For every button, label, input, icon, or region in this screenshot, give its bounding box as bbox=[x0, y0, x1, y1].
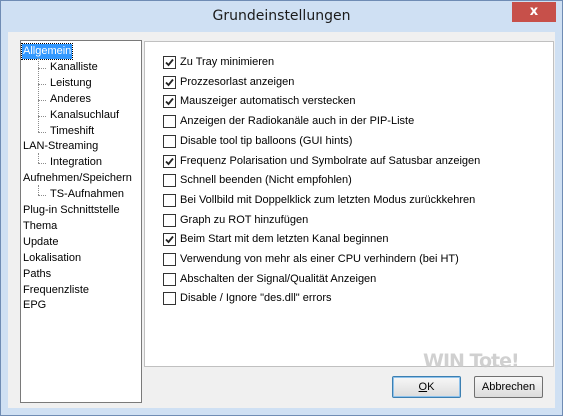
tree-item-timeshift[interactable]: Timeshift bbox=[49, 124, 95, 139]
option-label: Verwendung von mehr als einer CPU verhin… bbox=[180, 253, 459, 265]
option-label: Graph zu ROT hinzufügen bbox=[180, 213, 309, 226]
option-checkbox[interactable] bbox=[163, 174, 176, 188]
tree-item-paths[interactable]: Paths bbox=[22, 267, 52, 282]
tree-connector bbox=[38, 67, 46, 69]
option-label: Frequenz Polarisation und Symbolrate auf… bbox=[180, 154, 481, 167]
checkmark-icon bbox=[165, 58, 174, 67]
tree-item-update[interactable]: Update bbox=[22, 235, 59, 250]
option-checkbox[interactable] bbox=[163, 75, 176, 89]
category-tree[interactable]: Allgemein Kanalliste Leistung Anderes Kanals… bbox=[20, 40, 142, 403]
tree-item-kanalsuchlauf[interactable]: Kanalsuchlauf bbox=[49, 108, 120, 123]
checkmark-icon bbox=[165, 157, 174, 165]
ok-label-rest: K bbox=[427, 381, 435, 393]
option-checkbox[interactable] bbox=[163, 115, 176, 129]
ok-button[interactable]: OK bbox=[392, 376, 461, 398]
option-checkbox[interactable] bbox=[163, 253, 176, 266]
tree-connector bbox=[38, 163, 46, 165]
option-checkbox[interactable] bbox=[163, 213, 176, 227]
option-checkbox[interactable] bbox=[163, 56, 176, 69]
tree-connector bbox=[38, 131, 46, 133]
option-checkbox[interactable] bbox=[163, 134, 176, 148]
watermark-logo: WIN Tote! bbox=[423, 350, 520, 372]
tree-item-leistung[interactable]: Leistung bbox=[49, 76, 93, 91]
tree-item-aufnehmen-speichern[interactable]: Aufnehmen/Speichern bbox=[22, 171, 133, 186]
option-checkbox[interactable] bbox=[163, 95, 176, 109]
option-checkbox[interactable] bbox=[163, 193, 176, 207]
tree-connector bbox=[38, 83, 46, 85]
option-label: Schnell beenden (Nicht empfohlen) bbox=[180, 174, 352, 187]
checkmark-icon bbox=[165, 236, 174, 244]
option-label: Anzeigen der Radiokanäle auch in der PIP… bbox=[180, 115, 415, 128]
tree-item-lan-streaming[interactable]: LAN-Streaming bbox=[22, 139, 99, 154]
ok-mnemonic: O bbox=[418, 381, 428, 393]
option-label: Mauszeiger automatisch verstecken bbox=[180, 95, 356, 108]
tree-connector bbox=[38, 185, 39, 196]
option-label: Zu Tray minimieren bbox=[180, 56, 275, 68]
checkmark-icon bbox=[165, 98, 174, 106]
title-bar[interactable]: Grundeinstellungen x bbox=[1, 1, 562, 32]
close-icon: x bbox=[529, 4, 539, 19]
option-label: Bei Vollbild mit Doppelklick zum letzten… bbox=[180, 193, 476, 206]
tree-item-frequenzliste[interactable]: Frequenzliste bbox=[22, 283, 90, 298]
tree-item-thema[interactable]: Thema bbox=[22, 219, 58, 234]
tree-item-integration[interactable]: Integration bbox=[49, 155, 103, 170]
options-panel: Zu Tray minimieren Prozzesorlast anzeigen… bbox=[144, 41, 554, 367]
tree-connector bbox=[38, 99, 46, 101]
tree-connector bbox=[38, 195, 46, 197]
option-label: Disable tool tip balloons (GUI hints) bbox=[180, 134, 353, 147]
option-label: Beim Start mit dem letzten Kanal beginne… bbox=[180, 233, 389, 246]
dialog-client-area: Allgemein Kanalliste Leistung Anderes Kanals… bbox=[8, 32, 555, 408]
tree-item-allgemein[interactable]: Allgemein bbox=[20, 43, 74, 60]
tree-item-lokalisation[interactable]: Lokalisation bbox=[22, 251, 82, 266]
tree-item-epg[interactable]: EPG bbox=[22, 298, 47, 313]
settings-dialog: Grundeinstellungen x Allgemein Kanalliste… bbox=[0, 0, 563, 416]
cancel-button[interactable]: Abbrechen bbox=[474, 376, 543, 398]
tree-connector bbox=[38, 115, 46, 117]
option-checkbox[interactable] bbox=[163, 233, 176, 247]
close-button[interactable]: x bbox=[512, 2, 556, 22]
option-checkbox[interactable] bbox=[163, 272, 176, 286]
tree-connector bbox=[38, 153, 39, 164]
tree-item-ts-aufnahmen[interactable]: TS-Aufnahmen bbox=[49, 187, 125, 202]
tree-connector bbox=[38, 58, 39, 132]
tree-item-anderes[interactable]: Anderes bbox=[49, 92, 92, 107]
tree-item-plug-in-schnittstelle[interactable]: Plug-in Schnittstelle bbox=[22, 203, 121, 218]
option-checkbox[interactable] bbox=[163, 292, 176, 306]
tree-item-kanalliste[interactable]: Kanalliste bbox=[49, 60, 99, 75]
option-label: Abschalten der Signal/Qualität Anzeigen bbox=[180, 272, 377, 285]
option-label: Disable / Ignore "des.dll" errors bbox=[180, 292, 332, 305]
checkmark-icon bbox=[165, 78, 174, 87]
option-checkbox[interactable] bbox=[163, 154, 176, 168]
dialog-title: Grundeinstellungen bbox=[212, 8, 351, 24]
option-label: Prozzesorlast anzeigen bbox=[180, 75, 295, 88]
